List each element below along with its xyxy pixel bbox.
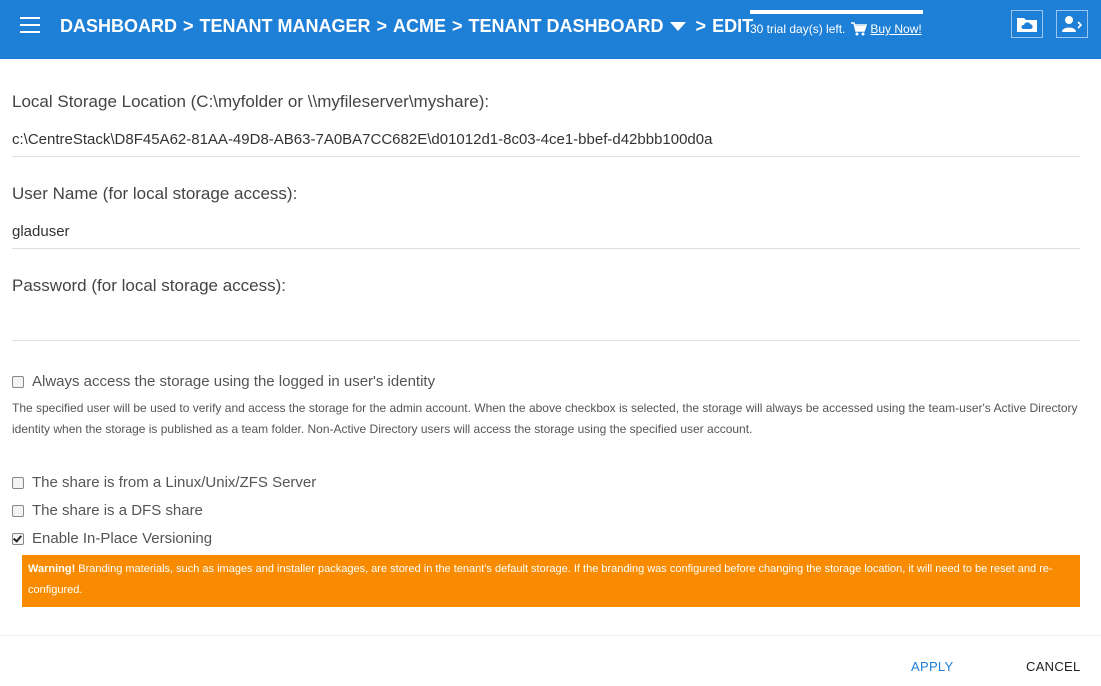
linux-checkbox[interactable] bbox=[12, 476, 24, 489]
storage-location-field[interactable] bbox=[12, 129, 1080, 157]
password-input[interactable] bbox=[12, 315, 1080, 332]
password-field[interactable] bbox=[12, 313, 1080, 341]
warning-prefix: Warning! bbox=[28, 563, 76, 575]
breadcrumb-separator: > bbox=[452, 15, 463, 36]
trial-progress-bar bbox=[750, 10, 923, 14]
breadcrumb: DASHBOARD > TENANT MANAGER > ACME > TENA… bbox=[60, 14, 753, 38]
breadcrumb-tenant-dashboard[interactable]: TENANT DASHBOARD bbox=[469, 16, 664, 37]
branding-warning-banner: Warning! Branding materials, such as ima… bbox=[22, 555, 1080, 607]
dfs-checkbox-label[interactable]: The share is a DFS share bbox=[32, 502, 203, 519]
top-bar: DASHBOARD > TENANT MANAGER > ACME > TENA… bbox=[0, 0, 1101, 59]
dropdown-caret-icon[interactable] bbox=[669, 21, 686, 31]
folder-cloud-icon bbox=[1017, 18, 1037, 32]
linux-checkbox-row: The share is from a Linux/Unix/ZFS Serve… bbox=[12, 474, 316, 491]
username-label: User Name (for local storage access): bbox=[12, 184, 298, 203]
versioning-checkbox-label[interactable]: Enable In-Place Versioning bbox=[32, 530, 212, 547]
identity-checkbox[interactable] bbox=[12, 375, 24, 388]
menu-icon[interactable] bbox=[20, 16, 40, 34]
cart-icon bbox=[851, 22, 868, 36]
linux-checkbox-label[interactable]: The share is from a Linux/Unix/ZFS Serve… bbox=[32, 474, 316, 491]
breadcrumb-edit: EDIT bbox=[712, 15, 754, 36]
breadcrumb-acme[interactable]: ACME bbox=[393, 16, 446, 37]
versioning-checkbox-row: Enable In-Place Versioning bbox=[12, 530, 212, 547]
footer-divider bbox=[0, 635, 1101, 636]
username-input[interactable] bbox=[12, 223, 1080, 240]
buy-now-link[interactable]: Buy Now! bbox=[870, 22, 921, 36]
user-switch-button[interactable] bbox=[1056, 10, 1088, 38]
password-label: Password (for local storage access): bbox=[12, 276, 286, 295]
trial-days-text: 30 trial day(s) left. bbox=[750, 22, 846, 36]
apply-button[interactable]: APPLY bbox=[911, 659, 953, 674]
identity-checkbox-row: Always access the storage using the logg… bbox=[12, 373, 435, 390]
warning-text: Branding materials, such as images and i… bbox=[28, 563, 1053, 596]
versioning-checkbox[interactable] bbox=[12, 532, 24, 545]
breadcrumb-dashboard[interactable]: DASHBOARD bbox=[60, 16, 177, 37]
breadcrumb-separator: > bbox=[376, 15, 388, 36]
trial-indicator: 30 trial day(s) left. Buy Now! bbox=[750, 10, 923, 36]
user-switch-icon bbox=[1062, 16, 1083, 32]
breadcrumb-separator: > bbox=[695, 15, 707, 36]
storage-location-input[interactable] bbox=[12, 131, 1080, 148]
username-field[interactable] bbox=[12, 221, 1080, 249]
storage-folder-button[interactable] bbox=[1011, 10, 1043, 38]
dfs-checkbox-row: The share is a DFS share bbox=[12, 502, 203, 519]
cancel-button[interactable]: CANCEL bbox=[1026, 659, 1081, 674]
storage-location-label: Local Storage Location (C:\myfolder or \… bbox=[12, 92, 490, 111]
help-text: The specified user will be used to verif… bbox=[12, 401, 1078, 436]
identity-checkbox-label[interactable]: Always access the storage using the logg… bbox=[32, 373, 435, 390]
breadcrumb-separator: > bbox=[183, 15, 194, 36]
breadcrumb-tenant-manager[interactable]: TENANT MANAGER bbox=[200, 16, 371, 37]
dfs-checkbox[interactable] bbox=[12, 504, 24, 517]
